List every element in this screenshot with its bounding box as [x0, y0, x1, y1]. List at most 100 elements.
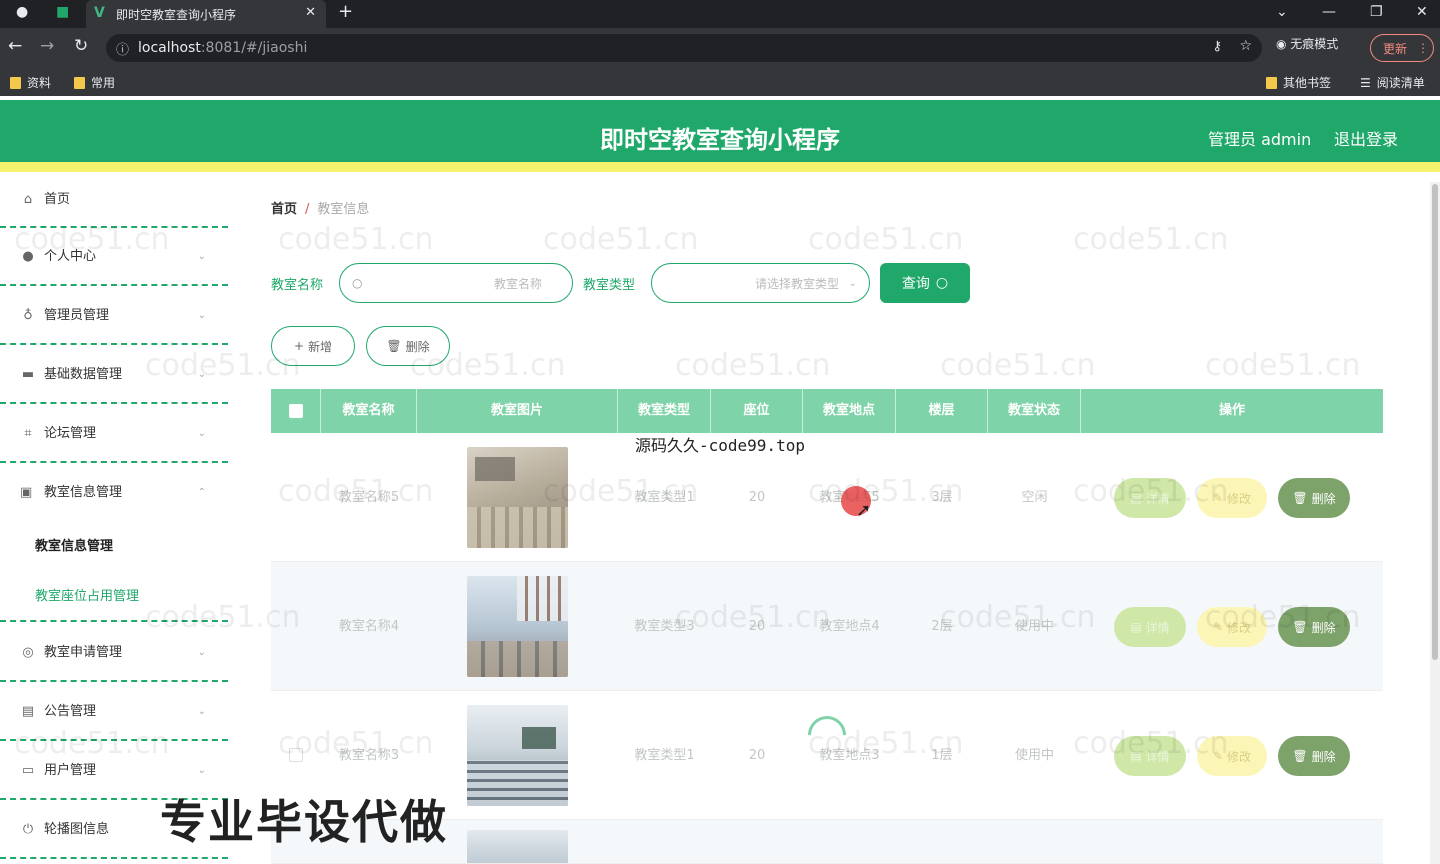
- power-icon: ⏻: [22, 822, 34, 837]
- tab-search-icon[interactable]: ⌄: [1276, 4, 1288, 20]
- cell-location: 教室地点3: [819, 748, 880, 763]
- query-label: 查询: [901, 276, 930, 292]
- edit-button[interactable]: ✎ 修改: [1197, 736, 1267, 776]
- url-host: localhost: [138, 40, 201, 56]
- bookmark-folder[interactable]: 常用: [74, 74, 115, 91]
- cell-floor: 3层: [931, 490, 953, 505]
- logout-link[interactable]: 退出登录: [1334, 126, 1398, 150]
- address-bar[interactable]: ⓘ localhost:8081/#/jiaoshi ⚷ ☆: [106, 34, 1262, 62]
- edit-label: 修改: [1227, 749, 1252, 764]
- edit-button[interactable]: ✎ 修改: [1197, 478, 1267, 518]
- select-all-checkbox[interactable]: [271, 389, 321, 433]
- column-header: 座位: [711, 389, 803, 433]
- sidebar-item-classroom-info[interactable]: ▣ 教室信息管理 ⌃: [0, 464, 228, 522]
- sidebar-item-label: 用户管理: [44, 763, 97, 778]
- classroom-image: [467, 447, 568, 548]
- watermark: code51.cn: [543, 222, 699, 257]
- bookmarks-bar: 资料 常用 其他书签 ☰ 阅读清单: [0, 68, 1440, 96]
- batch-delete-button[interactable]: 🗑 删除: [366, 326, 450, 366]
- watermark: code51.cn: [278, 222, 434, 257]
- cell-status: 使用中: [1014, 748, 1054, 763]
- page-scrollbar[interactable]: [1430, 182, 1440, 864]
- pencil-icon: ✎: [1212, 491, 1224, 505]
- chevron-down-icon: ⌄: [197, 706, 206, 717]
- detail-button[interactable]: ▤ 详情: [1114, 736, 1186, 776]
- new-tab-icon[interactable]: +: [338, 1, 353, 22]
- crop-icon: ⌗: [24, 426, 32, 441]
- more-icon: ⋮: [1417, 41, 1430, 55]
- update-button[interactable]: 更新 ⋮: [1370, 34, 1434, 62]
- sidebar-subitem-label: 教室信息管理: [35, 539, 114, 554]
- browser-menu-icon[interactable]: ●: [16, 4, 28, 20]
- query-button[interactable]: 查询 ○: [880, 263, 970, 303]
- watermark: code51.cn: [675, 348, 831, 383]
- edit-button[interactable]: ✎ 修改: [1197, 607, 1267, 647]
- bookmark-folder[interactable]: 资料: [10, 74, 51, 91]
- sidebar-item-announcements[interactable]: ▤ 公告管理 ⌄: [0, 683, 228, 741]
- sidebar: ⌂ 首页 ● 个人中心 ⌄ ♁ 管理员管理 ⌄ ▬ 基础数据管理 ⌄ ⌗ 论坛管…: [0, 182, 228, 864]
- close-window-icon[interactable]: ✕: [1416, 4, 1428, 20]
- cell-status: 使用中: [1014, 619, 1054, 634]
- watermark: code51.cn: [1205, 348, 1361, 383]
- incognito-indicator[interactable]: ◉ 无痕模式: [1276, 35, 1338, 52]
- delete-label: 删除: [1311, 620, 1336, 635]
- detail-label: 详情: [1145, 491, 1170, 506]
- document-icon: ▤: [1130, 749, 1142, 763]
- classroom-name-input[interactable]: ○ 教室名称: [339, 263, 573, 303]
- sidebar-item-label: 个人中心: [44, 249, 97, 264]
- ticket-icon: ▤: [21, 704, 35, 719]
- add-button[interactable]: + 新增: [271, 326, 355, 366]
- url-path: :8081/#/jiaoshi: [200, 40, 308, 56]
- sidebar-item-admin-management[interactable]: ♁ 管理员管理 ⌄: [0, 287, 228, 345]
- trash-icon: 🗑: [1292, 491, 1308, 505]
- delete-button[interactable]: 🗑 删除: [1278, 607, 1350, 647]
- key-icon[interactable]: ⚷: [1212, 39, 1222, 54]
- sidebar-subitem-classroom-info[interactable]: 教室信息管理: [0, 522, 228, 572]
- browser-tab[interactable]: V 即时空教室查询小程序 ✕: [86, 0, 326, 28]
- watermark: code51.cn: [808, 222, 964, 257]
- reload-icon[interactable]: ↻: [74, 36, 88, 56]
- bookmark-label: 常用: [91, 76, 116, 90]
- cell-name: 教室名称5: [338, 490, 400, 505]
- classroom-image: [467, 576, 568, 677]
- scrollbar-thumb[interactable]: [1432, 184, 1438, 660]
- sidebar-item-label: 管理员管理: [44, 308, 110, 323]
- delete-button[interactable]: 🗑 删除: [1278, 736, 1350, 776]
- back-icon[interactable]: ←: [8, 36, 22, 56]
- chevron-down-icon: ⌄: [197, 647, 206, 658]
- watermark: code51.cn: [940, 348, 1096, 383]
- table-row: 教室名称5 教室类型1 20 教室地点5 3层 空闲 ▤详情 ✎修改 🗑删除: [271, 433, 1383, 562]
- minimize-icon[interactable]: —: [1322, 4, 1336, 20]
- delete-button[interactable]: 🗑 删除: [1278, 478, 1350, 518]
- document-icon: ▤: [1130, 620, 1142, 634]
- sidebar-item-classroom-application[interactable]: ◎ 教室申请管理 ⌄: [0, 624, 228, 682]
- breadcrumb-home[interactable]: 首页: [271, 202, 297, 217]
- delete-label: 删除: [1311, 491, 1336, 506]
- sidebar-item-basic-data[interactable]: ▬ 基础数据管理 ⌄: [0, 346, 228, 404]
- row-checkbox[interactable]: [289, 748, 303, 762]
- sidebar-subitem-seat-occupancy[interactable]: 教室座位占用管理: [0, 572, 228, 622]
- reading-list-label: 阅读清单: [1376, 76, 1425, 90]
- site-info-icon[interactable]: ⓘ: [116, 39, 129, 58]
- breadcrumb-current: 教室信息: [317, 202, 370, 217]
- close-tab-icon[interactable]: ✕: [305, 5, 316, 20]
- forward-icon[interactable]: →: [40, 36, 54, 56]
- chevron-down-icon: ⌄: [197, 428, 206, 439]
- classroom-type-select[interactable]: 请选择教室类型 ⌄: [651, 263, 870, 303]
- detail-button[interactable]: ▤ 详情: [1114, 607, 1186, 647]
- bookmark-star-icon[interactable]: ☆: [1239, 38, 1252, 54]
- sidebar-item-forum[interactable]: ⌗ 论坛管理 ⌄: [0, 405, 228, 463]
- tab-group-icon[interactable]: ■: [56, 4, 69, 20]
- classroom-type-label: 教室类型: [583, 278, 636, 293]
- sidebar-item-personal-center[interactable]: ● 个人中心 ⌄: [0, 228, 228, 286]
- column-header: 操作: [1218, 403, 1245, 418]
- sidebar-item-home[interactable]: ⌂ 首页: [0, 182, 228, 228]
- folder-icon: [1266, 76, 1277, 89]
- detail-button[interactable]: ▤ 详情: [1114, 478, 1186, 518]
- plus-icon: +: [293, 339, 305, 353]
- search-icon: ○: [935, 275, 949, 291]
- reading-list[interactable]: ☰ 阅读清单: [1360, 74, 1425, 91]
- other-bookmarks[interactable]: 其他书签: [1266, 74, 1331, 91]
- restore-icon[interactable]: ❐: [1370, 4, 1383, 20]
- classroom-image: [467, 705, 568, 806]
